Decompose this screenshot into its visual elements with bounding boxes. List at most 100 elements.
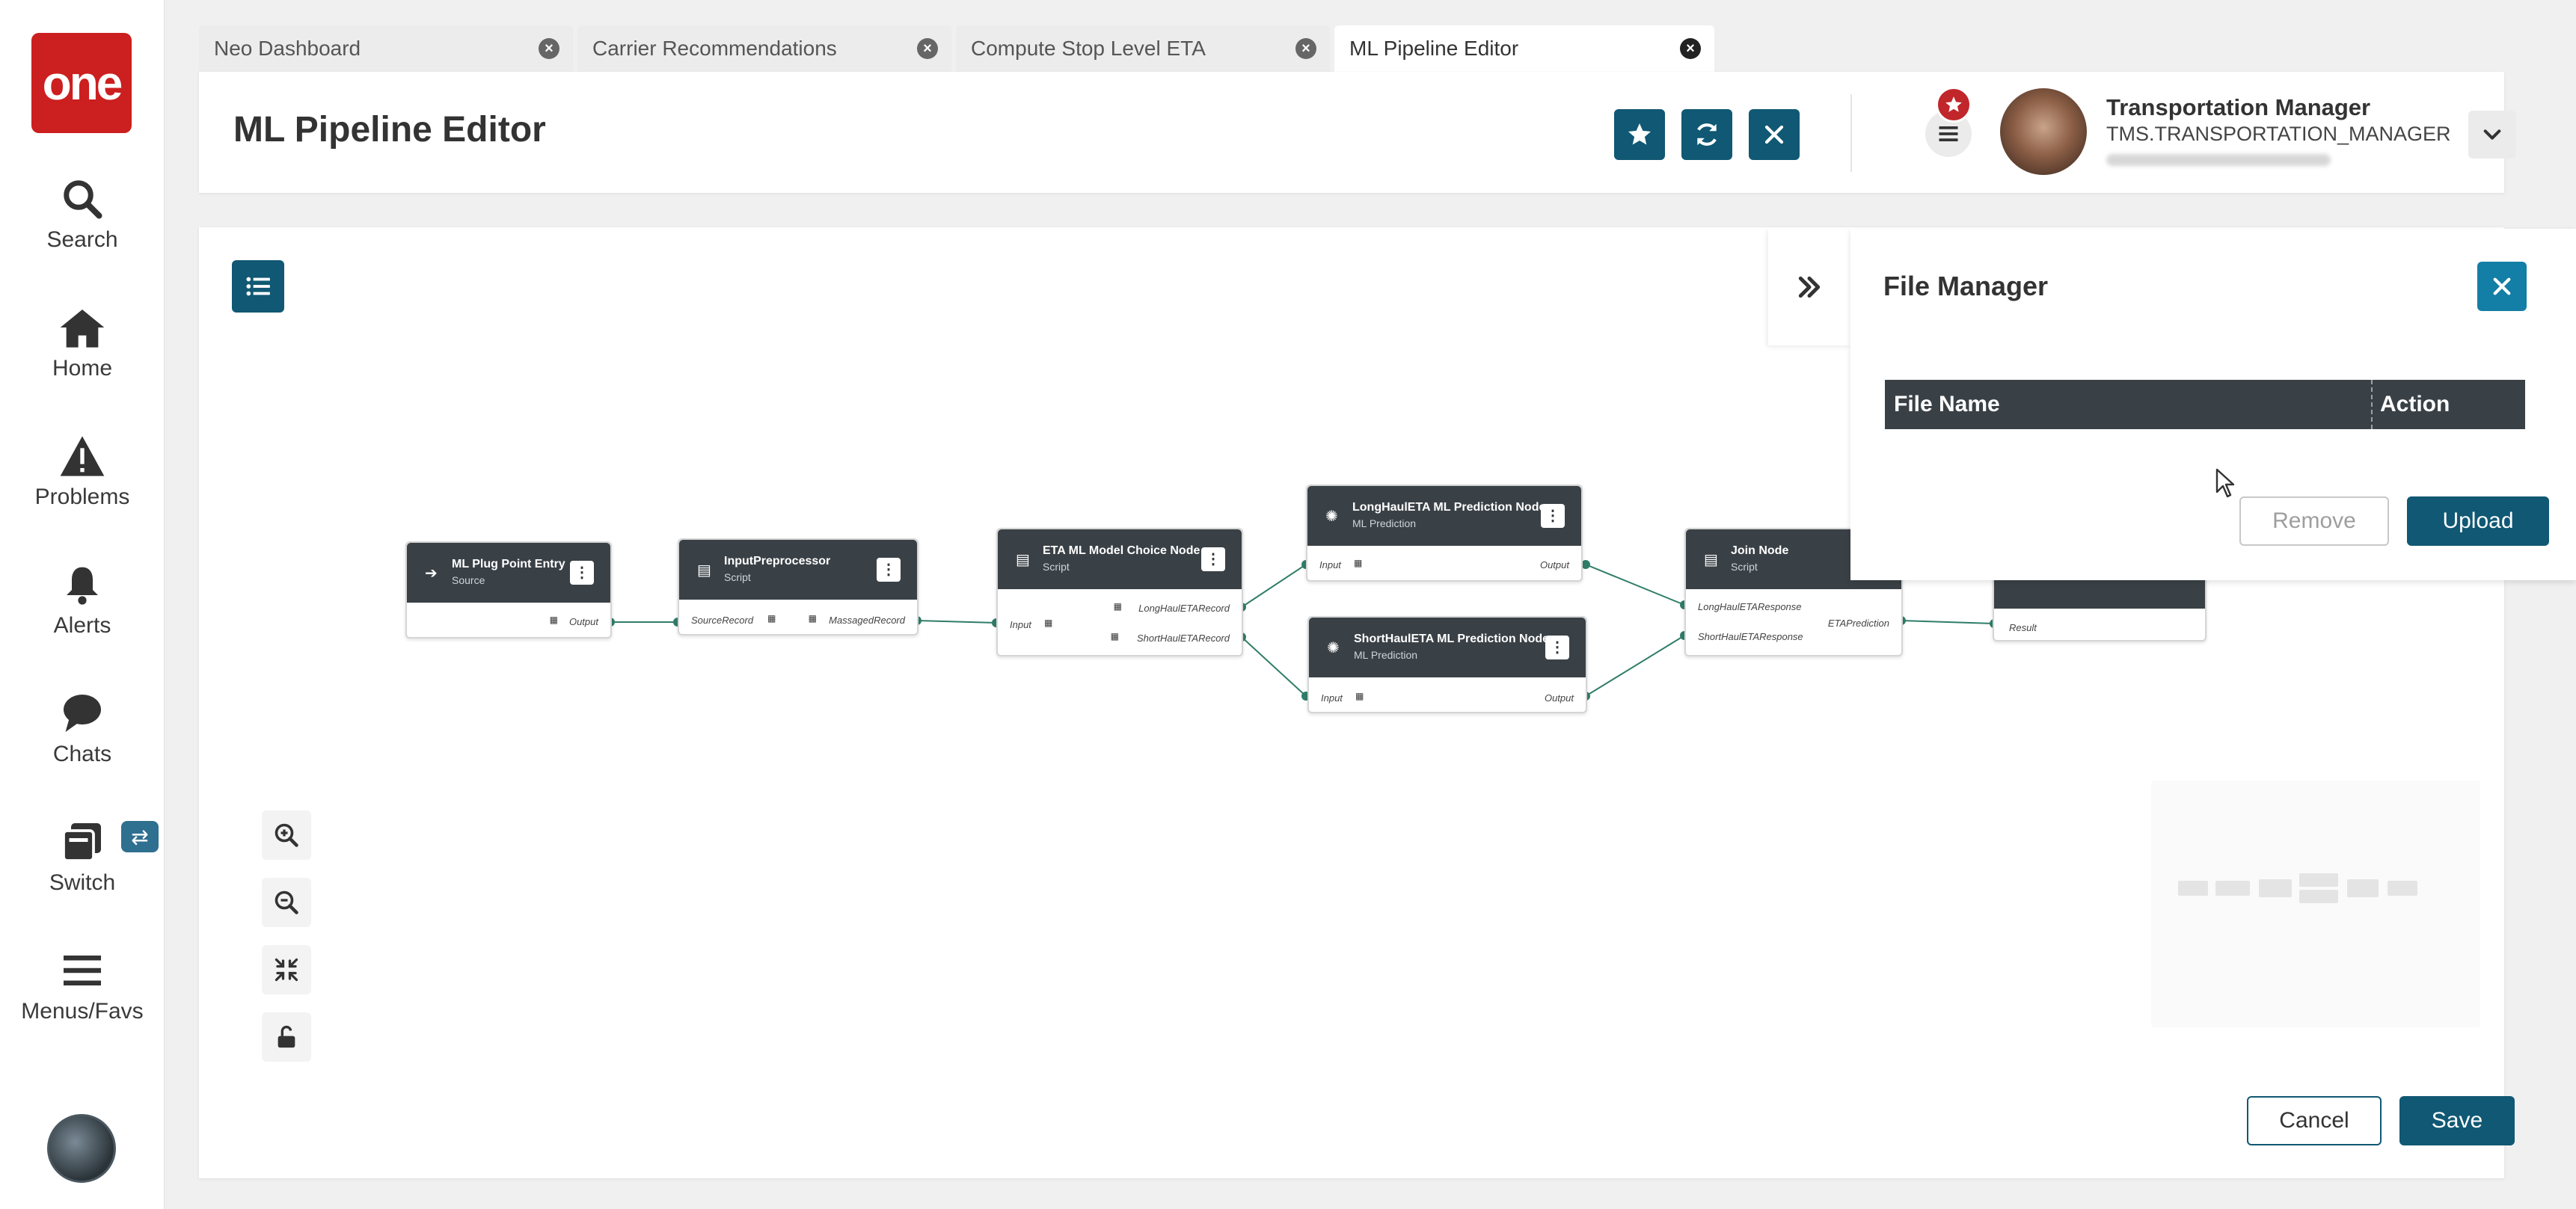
fit-view-button[interactable] [262, 945, 311, 994]
port-label: LongHaulETARecord [1138, 603, 1230, 614]
port-label: Result [2009, 622, 2037, 633]
file-table-header: File Name Action [1885, 380, 2525, 429]
node-eta-ml-model-choice[interactable]: ▤ ETA ML Model Choice Node Script ⋮ Inpu… [996, 528, 1243, 656]
port-label: Input [1321, 692, 1343, 704]
chevron-down-icon [2483, 129, 2501, 140]
minimap-node [2299, 873, 2338, 887]
tab-compute-stop-level-eta[interactable]: Compute Stop Level ETA × [956, 25, 1330, 72]
collapse-panel-button[interactable] [1768, 229, 1850, 345]
nav-item-search[interactable]: Search [0, 176, 165, 274]
node-menu-button[interactable]: ⋮ [570, 561, 594, 585]
node-subtitle: Script [1731, 561, 1758, 573]
port-label: ShortHaulETAResponse [1698, 631, 1803, 642]
nav-item-home[interactable]: Home [0, 305, 165, 402]
node-ml-plug-point-entry[interactable]: ➔ ML Plug Point Entry Source ⋮ ▦ Output [405, 541, 612, 639]
node-shorthaul-eta-prediction[interactable]: ✺ ShortHaulETA ML Prediction Node ML Pre… [1307, 616, 1587, 713]
cancel-button[interactable]: Cancel [2247, 1096, 2382, 1145]
upload-button[interactable]: Upload [2407, 496, 2549, 546]
close-tab-icon[interactable]: × [1680, 38, 1701, 59]
close-tab-icon[interactable]: × [1295, 38, 1316, 59]
nav-item-label: Home [52, 356, 113, 381]
zoom-in-icon [275, 823, 298, 847]
tab-neo-dashboard[interactable]: Neo Dashboard × [199, 25, 573, 72]
panel-title: File Manager [1883, 271, 2049, 301]
node-input-preprocessor[interactable]: ▤ InputPreprocessor Script ⋮ SourceRecor… [678, 538, 919, 636]
zoom-out-button[interactable] [262, 878, 311, 927]
zoom-out-icon [275, 890, 298, 914]
star-icon [1628, 123, 1651, 145]
refresh-button[interactable] [1681, 109, 1732, 160]
tab-carrier-recommendations[interactable]: Carrier Recommendations × [577, 25, 951, 72]
close-tab-icon[interactable]: × [917, 38, 938, 59]
remove-button[interactable]: Remove [2239, 496, 2389, 546]
column-divider[interactable] [2371, 380, 2373, 429]
port-label: ETAPrediction [1827, 618, 1889, 629]
minimap-node [2178, 881, 2208, 896]
nav-item-menus-favs[interactable]: Menus/Favs [0, 948, 165, 1045]
minimap-node [2259, 879, 2292, 897]
node-menu-button[interactable]: ⋮ [1541, 504, 1565, 528]
zoom-in-button[interactable] [262, 810, 311, 860]
minimap[interactable] [2151, 781, 2480, 1027]
column-header-file-name[interactable]: File Name [1894, 392, 2000, 417]
node-title: ShortHaulETA ML Prediction Node [1354, 633, 1550, 645]
favorites-badge[interactable] [1936, 87, 1972, 123]
nav-item-chats[interactable]: Chats [0, 691, 165, 788]
close-tab-icon[interactable]: × [539, 38, 559, 59]
close-panel-button[interactable] [2477, 262, 2527, 311]
node-header: ▤ InputPreprocessor Script ⋮ [679, 540, 917, 600]
switch-arrows-icon[interactable]: ⇄ [121, 821, 159, 852]
node-subtitle: ML Prediction [1352, 517, 1417, 529]
nav-item-alerts[interactable]: Alerts [0, 562, 165, 659]
port-label: Input [1010, 619, 1031, 630]
port-label: ShortHaulETARecord [1136, 633, 1230, 644]
script-icon: ▤ [1016, 552, 1030, 568]
port-label: Output [1539, 559, 1569, 570]
favorite-button[interactable] [1614, 109, 1665, 160]
user-avatar[interactable] [2000, 88, 2087, 175]
brain-icon: ✺ [1325, 508, 1338, 525]
lock-toggle-button[interactable] [262, 1012, 311, 1062]
user-name: Transportation Manager [2106, 94, 2371, 120]
minimap-node [2388, 881, 2417, 896]
user-role: TMS.TRANSPORTATION_MANAGER [2106, 123, 2451, 145]
assistant-avatar[interactable] [47, 1114, 116, 1183]
tab-label: ML Pipeline Editor [1349, 37, 1519, 60]
node-menu-button[interactable]: ⋮ [877, 558, 901, 582]
column-header-action: Action [2380, 392, 2450, 416]
edge [1585, 564, 1685, 606]
user-menu-dropdown[interactable] [2468, 111, 2516, 159]
tab-label: Carrier Recommendations [592, 37, 837, 60]
script-icon: ▤ [1704, 552, 1718, 568]
node-result-sink[interactable]: Result [1993, 573, 2207, 642]
compress-icon [275, 958, 298, 982]
node-menu-button[interactable]: ⋮ [1201, 547, 1225, 571]
node-header: ▤ ETA ML Model Choice Node Script ⋮ [998, 529, 1242, 589]
nav-item-problems[interactable]: Problems [0, 434, 165, 531]
node-title: ETA ML Model Choice Node [1043, 544, 1200, 557]
arrow-right-icon: ➔ [425, 565, 438, 582]
double-chevron-right-icon [1798, 276, 1821, 298]
edge [1241, 636, 1307, 697]
minimap-node [2215, 881, 2250, 896]
port-grid-icon: ▦ [1044, 618, 1053, 628]
close-page-button[interactable] [1749, 109, 1800, 160]
search-icon [64, 180, 102, 219]
file-manager-panel: File Manager File Name Action Remove Upl… [1768, 229, 2576, 580]
save-button[interactable]: Save [2399, 1096, 2515, 1145]
tab-ml-pipeline-editor[interactable]: ML Pipeline Editor × [1334, 25, 1714, 72]
node-menu-button[interactable]: ⋮ [1545, 636, 1569, 659]
user-email-redacted [2106, 154, 2331, 166]
app-logo[interactable]: one [31, 33, 132, 133]
port-grid-icon: ▦ [1355, 691, 1364, 701]
minimap-node [2347, 879, 2379, 897]
port-label: SourceRecord [691, 615, 754, 626]
port-label: MassagedRecord [829, 615, 905, 626]
node-title: InputPreprocessor [724, 555, 831, 567]
page-title: ML Pipeline Editor [233, 110, 546, 150]
warning-icon [60, 436, 105, 476]
close-icon [2493, 277, 2511, 295]
port-grid-icon: ▦ [1354, 558, 1363, 568]
node-longhaul-eta-prediction[interactable]: ✺ LongHaulETA ML Prediction Node ML Pred… [1306, 484, 1583, 582]
home-icon [60, 310, 105, 348]
